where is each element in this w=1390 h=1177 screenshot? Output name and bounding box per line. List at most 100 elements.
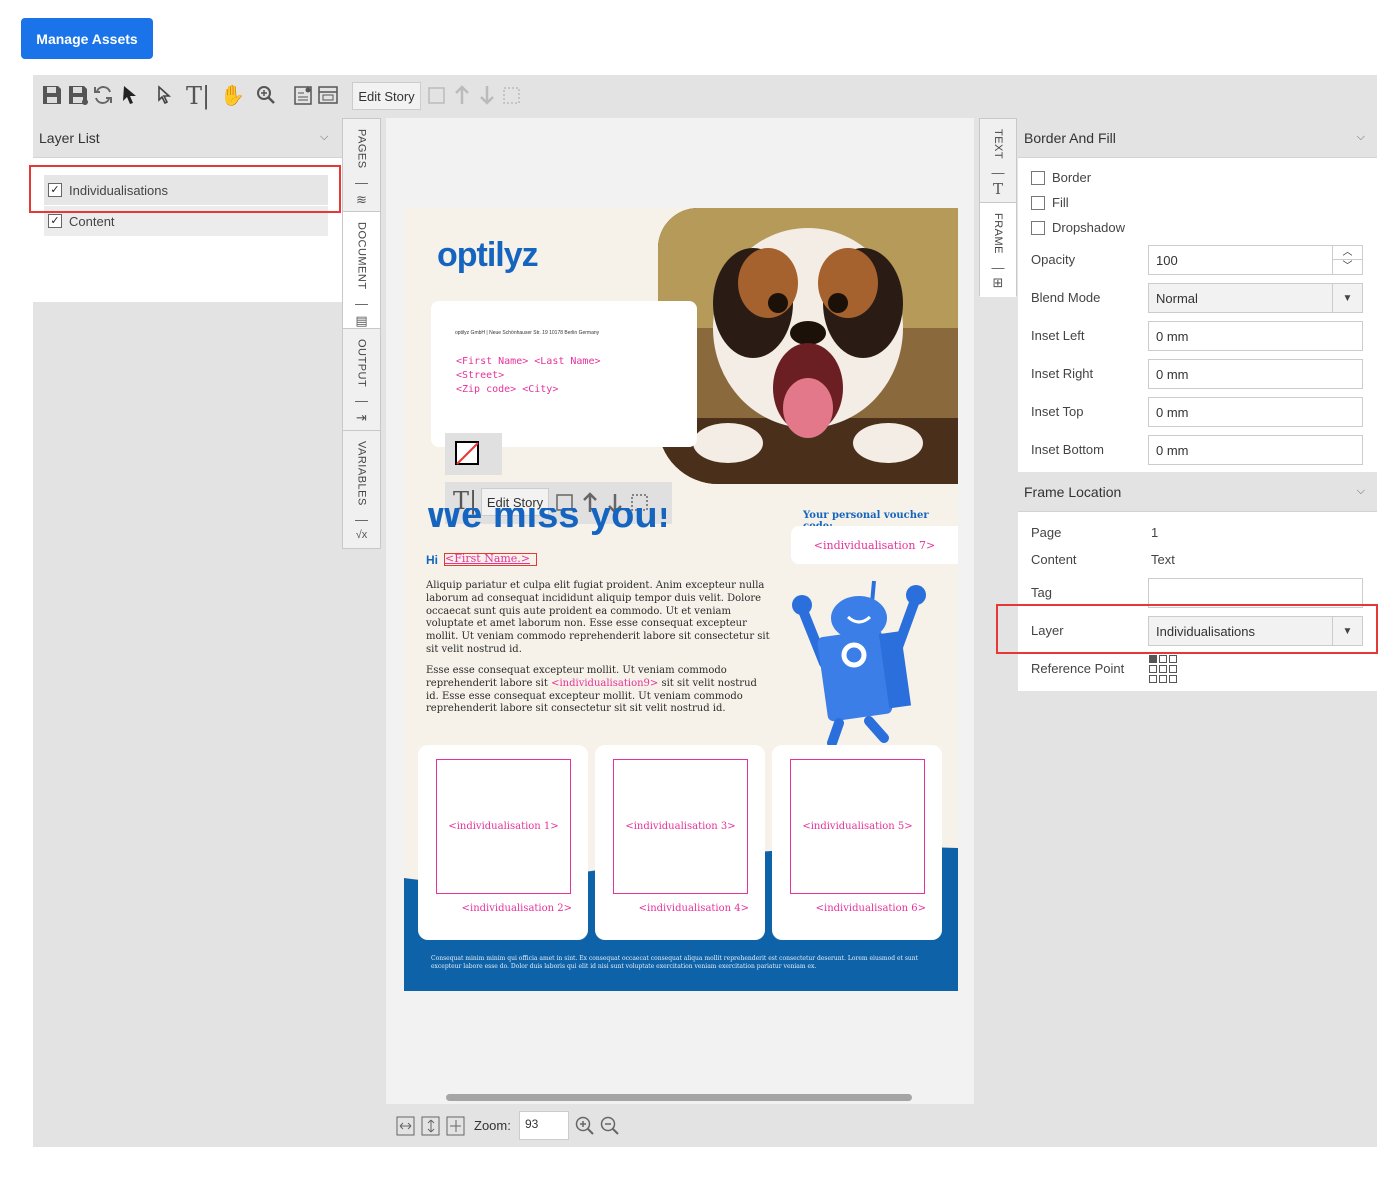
individualisation-subfield[interactable]: <individualisation 4>: [639, 903, 749, 914]
stepper-up-icon[interactable]: ︿: [1333, 246, 1362, 260]
border-checkbox[interactable]: Border: [1031, 170, 1091, 185]
greeting-field[interactable]: <First Name.>: [444, 553, 537, 566]
paragraph2-field[interactable]: <individualisation9>: [551, 678, 658, 689]
layer-visibility-checkbox[interactable]: ✓: [48, 214, 62, 228]
dog-photo: [658, 208, 958, 484]
dropshadow-checkbox[interactable]: Dropshadow: [1031, 220, 1125, 235]
zoom-in-icon[interactable]: [574, 1115, 596, 1137]
tab-text-label: TEXT: [992, 129, 1004, 160]
highlight-box: [29, 165, 341, 213]
dropshadow-label: Dropshadow: [1052, 220, 1125, 235]
zoom-out-icon[interactable]: [599, 1115, 621, 1137]
frame-dashed-icon[interactable]: [500, 84, 524, 108]
right-side-tabs: TEXT — T FRAME — ⊞: [979, 118, 1017, 297]
inset-bottom-input[interactable]: 0 mm: [1148, 435, 1363, 465]
formula-icon: √x: [355, 528, 368, 541]
layer-list-header[interactable]: Layer List ⌵: [33, 118, 342, 158]
left-side-tabs: PAGES — ≋ DOCUMENT — ▤ OUTPUT — ⇥ VARIAB…: [342, 118, 381, 549]
reference-point-grid[interactable]: [1149, 655, 1178, 684]
divider-icon: —: [991, 165, 1005, 181]
individualisation-subfield[interactable]: <individualisation 2>: [462, 903, 572, 914]
opacity-input[interactable]: 100 ︿ ﹀: [1148, 245, 1363, 275]
page-label: Page: [1031, 525, 1062, 540]
chevron-down-icon[interactable]: ⌵: [1357, 485, 1365, 498]
refresh-icon[interactable]: [91, 84, 115, 108]
manage-assets-button[interactable]: Manage Assets: [21, 18, 153, 59]
tab-pages[interactable]: PAGES — ≋: [343, 119, 380, 212]
edit-story-button[interactable]: Edit Story: [352, 82, 421, 110]
fit-width-icon[interactable]: [396, 1116, 416, 1136]
greeting-prefix: Hi: [426, 553, 438, 567]
tab-text[interactable]: TEXT — T: [980, 119, 1016, 203]
frame-settings-icon[interactable]: [316, 84, 340, 108]
dropdown-arrow-icon[interactable]: ▼: [1332, 284, 1362, 312]
fill-checkbox[interactable]: Fill: [1031, 195, 1069, 210]
arrow-down-icon[interactable]: [475, 84, 499, 108]
tab-document-label: DOCUMENT: [355, 222, 368, 290]
individualisation-card[interactable]: <individualisation 3> <individualisation…: [595, 745, 765, 940]
fit-page-icon[interactable]: [446, 1116, 466, 1136]
checkbox-box[interactable]: [1031, 170, 1045, 185]
optilyz-logo: optilyz: [437, 236, 539, 274]
checkbox-box[interactable]: [1031, 195, 1045, 210]
direct-select-icon[interactable]: [152, 84, 176, 108]
zoom-input[interactable]: 93: [519, 1111, 569, 1140]
content-label: Content: [1031, 552, 1077, 567]
page-value: 1: [1151, 525, 1159, 540]
chevron-down-icon[interactable]: ⌵: [320, 131, 328, 144]
save-icon[interactable]: [40, 84, 64, 108]
tag-label: Tag: [1031, 585, 1052, 600]
individualisation-field[interactable]: <individualisation 1>: [436, 759, 571, 894]
layer-list-title: Layer List: [39, 130, 100, 146]
individualisation-field[interactable]: <individualisation 5>: [790, 759, 925, 894]
border-fill-header[interactable]: Border And Fill ⌵: [1018, 118, 1377, 158]
fit-height-icon[interactable]: [421, 1116, 441, 1136]
text-tool-icon[interactable]: T|: [186, 84, 210, 108]
tab-output[interactable]: OUTPUT — ⇥: [343, 329, 380, 431]
zoom-label: Zoom:: [474, 1118, 511, 1133]
headline-clip: We miss you!: [426, 508, 666, 542]
reference-point-label: Reference Point: [1031, 661, 1125, 676]
inset-left-label: Inset Left: [1031, 328, 1085, 343]
tab-pages-label: PAGES: [355, 129, 368, 169]
save-as-icon[interactable]: [66, 84, 90, 108]
document-page[interactable]: optilyz optilyz GmbH | Neue Schönhauser …: [404, 208, 958, 991]
page-settings-icon[interactable]: [291, 84, 315, 108]
blend-mode-select[interactable]: Normal ▼: [1148, 283, 1363, 313]
select-icon[interactable]: [118, 84, 142, 108]
inset-left-input[interactable]: 0 mm: [1148, 321, 1363, 351]
document-icon: ▤: [355, 312, 368, 328]
inset-top-input[interactable]: 0 mm: [1148, 397, 1363, 427]
hand-tool-icon[interactable]: ✋: [220, 84, 245, 108]
inset-top-label: Inset Top: [1031, 404, 1084, 419]
individualisation-subfield[interactable]: <individualisation 6>: [816, 903, 926, 914]
horizontal-scrollbar[interactable]: [446, 1094, 912, 1101]
address-street: <Street>: [456, 370, 505, 381]
zoom-tool-icon[interactable]: [254, 84, 278, 108]
arrow-up-icon[interactable]: [450, 84, 474, 108]
opacity-stepper[interactable]: ︿ ﹀: [1332, 246, 1362, 274]
frame-icon[interactable]: [425, 84, 449, 108]
individualisation-card[interactable]: <individualisation 5> <individualisation…: [772, 745, 942, 940]
individualisation-field[interactable]: <individualisation 3>: [613, 759, 748, 894]
robot-illustration: [792, 580, 926, 748]
individualisation-card[interactable]: <individualisation 1> <individualisation…: [418, 745, 588, 940]
content-value: Text: [1151, 552, 1175, 567]
checkbox-box[interactable]: [1031, 220, 1045, 235]
layer-item-label: Content: [69, 213, 115, 229]
opacity-value: 100: [1156, 252, 1178, 268]
frame-location-header[interactable]: Frame Location ⌵: [1018, 472, 1377, 512]
footer-text: Consequat minim minim qui officia amet i…: [431, 955, 919, 970]
stepper-down-icon[interactable]: ﹀: [1333, 260, 1362, 274]
inset-right-input[interactable]: 0 mm: [1148, 359, 1363, 389]
tab-variables[interactable]: VARIABLES — √x: [343, 431, 380, 550]
tab-document[interactable]: DOCUMENT — ▤: [343, 212, 380, 329]
tab-frame[interactable]: FRAME — ⊞: [980, 203, 1016, 297]
image-placeholder[interactable]: [445, 433, 502, 475]
divider-icon: —: [991, 260, 1005, 275]
fill-label: Fill: [1052, 195, 1069, 210]
voucher-field[interactable]: <individualisation 7>: [791, 526, 958, 564]
sender-line: optilyz GmbH | Neue Schönhauser Str. 19 …: [455, 330, 600, 336]
chevron-down-icon[interactable]: ⌵: [1357, 131, 1365, 144]
body-paragraph-1: Aliquip pariatur et culpa elit fugiat pr…: [426, 580, 770, 655]
